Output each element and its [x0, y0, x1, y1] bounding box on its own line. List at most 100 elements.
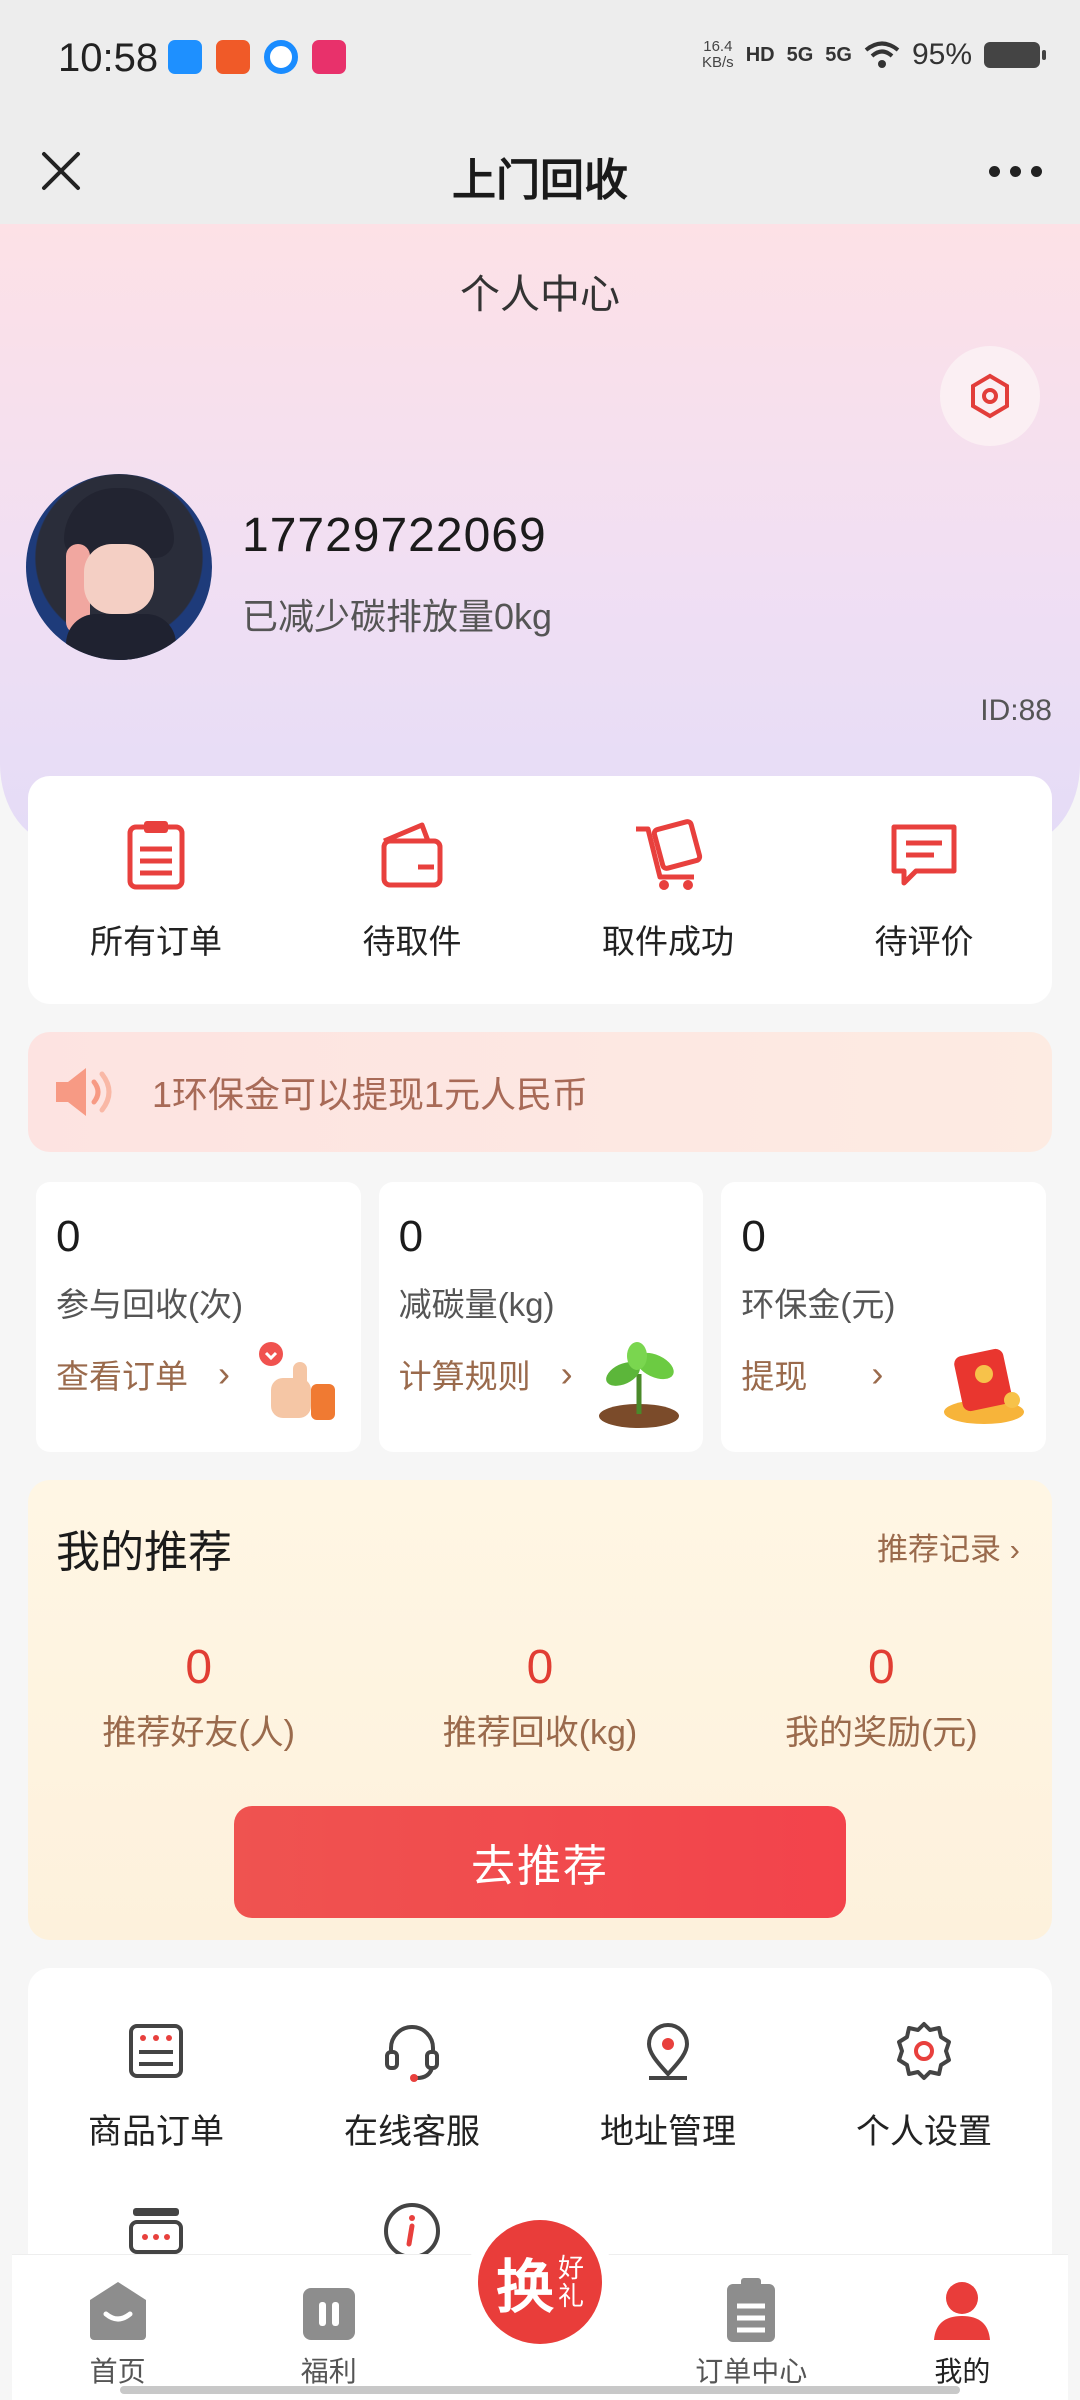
stat-value: 0 — [398, 1212, 424, 1261]
order-all-label: 所有订单 — [90, 923, 222, 960]
signal-5g-1: 5G — [786, 43, 814, 66]
tool-settings[interactable]: 个人设置 — [796, 2018, 1052, 2153]
net-speed-unit: KB/s — [702, 54, 734, 71]
stat-eco-money: 0 环保金(元) 提现 › — [721, 1182, 1047, 1452]
exchange-gift-small-bottom: 礼 — [558, 2281, 585, 2311]
tab-mine-label: 我的 — [934, 2356, 991, 2387]
nav-bar: 上门回收 — [0, 118, 1080, 224]
order-center-icon — [727, 2278, 776, 2342]
stat-value: 0 — [741, 1212, 766, 1261]
avatar-body — [66, 614, 176, 660]
gift-icon — [302, 2288, 355, 2340]
tab-home-label: 首页 — [89, 2356, 146, 2387]
tool-label: 在线客服 — [344, 2113, 480, 2151]
view-orders-label: 查看订单 — [56, 1358, 188, 1395]
recommend-title: 我的推荐 — [56, 1528, 232, 1577]
recommend-recycle: 0 推荐回收(kg) — [369, 1640, 710, 1754]
fruit-app-icon — [216, 40, 250, 74]
tab-welfare-label: 福利 — [300, 2356, 357, 2387]
hd-badge: HD — [745, 43, 775, 66]
status-right: 16.4 KB/s HD 5G 5G 95% — [702, 38, 1046, 72]
home-icon — [89, 2282, 146, 2340]
stat-label: 环保金(元) — [741, 1286, 896, 1323]
tab-welfare[interactable]: 福利 — [223, 2255, 434, 2400]
stat-recycle-count: 0 参与回收(次) 查看订单 › — [36, 1182, 361, 1452]
page-title: 上门回收 — [452, 156, 628, 205]
battery-icon — [984, 42, 1046, 68]
red-envelope-icon — [944, 1348, 1025, 1424]
net-speed: 16.4 KB/s — [702, 39, 734, 71]
chevron-right-icon: › — [871, 1353, 884, 1394]
tool-address[interactable]: 地址管理 — [540, 2018, 796, 2153]
notice-banner[interactable]: 1环保金可以提现1元人民币 — [28, 1032, 1052, 1152]
recommend-card: 我的推荐 推荐记录 › 0 推荐好友(人) 0 推荐回收(kg) 0 我的奖励(… — [28, 1480, 1052, 1940]
avatar[interactable] — [26, 474, 212, 660]
view-orders-link[interactable]: 查看订单 › — [56, 1350, 230, 1398]
recommend-reward-label: 我的奖励(元) — [784, 1714, 978, 1752]
wifi-icon — [864, 41, 900, 68]
recommend-reward: 0 我的奖励(元) — [711, 1640, 1052, 1754]
recommend-friends-label: 推荐好友(人) — [102, 1714, 295, 1752]
speaker-icon — [56, 1068, 112, 1116]
recommend-recycle-label: 推荐回收(kg) — [442, 1714, 638, 1752]
tab-mine[interactable]: 我的 — [857, 2255, 1068, 2400]
wallet-icon — [381, 822, 443, 888]
tab-order-center[interactable]: 订单中心 — [646, 2255, 857, 2400]
status-time: 10:58 — [58, 36, 159, 80]
stat-carbon: 0 减碳量(kg) 计算规则 › — [378, 1182, 704, 1452]
status-bar: 10:58 16.4 KB/s HD 5G 5G 95% — [0, 0, 1080, 118]
go-recommend-button[interactable]: 去推荐 — [234, 1806, 846, 1918]
carbon-reduced-text: 已减少碳排放量0kg — [242, 596, 553, 637]
meitu-app-icon — [312, 40, 346, 74]
withdraw-link[interactable]: 提现 › — [741, 1350, 883, 1398]
recommend-friends-value: 0 — [185, 1641, 213, 1694]
clipboard-list-icon — [127, 821, 185, 890]
status-app-icons — [168, 40, 346, 74]
calc-rules-label: 计算规则 — [398, 1358, 531, 1395]
chevron-right-icon: › — [218, 1353, 230, 1394]
settings-button[interactable] — [940, 346, 1040, 446]
recommend-reward-value: 0 — [867, 1641, 895, 1694]
stat-label: 参与回收(次) — [56, 1286, 243, 1323]
notice-text: 1环保金可以提现1元人民币 — [152, 1074, 589, 1115]
battery-percent: 95% — [911, 38, 972, 71]
hexagon-settings-icon — [971, 373, 1009, 419]
tab-order-center-label: 订单中心 — [695, 2356, 808, 2387]
location-pin-icon — [646, 2023, 690, 2080]
calc-rules-link[interactable]: 计算规则 › — [399, 1350, 573, 1398]
more-menu-icon[interactable] — [980, 140, 1050, 202]
order-review-label: 待评价 — [874, 923, 974, 960]
stats-row: 0 参与回收(次) 查看订单 › 0 减碳量(kg) 计算规则 › 0 环保金(元)… — [36, 1182, 1047, 1452]
tool-customer-service[interactable]: 在线客服 — [284, 2018, 540, 2153]
exchange-gift-small: 好礼 — [558, 2254, 584, 2310]
browser-app-icon — [264, 40, 298, 74]
order-status-card: 所有订单 待取件 取件成功 待评价 — [28, 776, 1052, 1004]
tab-home[interactable]: 首页 — [12, 2255, 223, 2400]
order-all[interactable]: 所有订单 — [51, 817, 261, 963]
exchange-gift-button[interactable]: 换 好礼 — [478, 2220, 602, 2344]
order-pending-label: 待取件 — [362, 923, 462, 960]
order-list-icon — [129, 2024, 183, 2078]
tool-label: 个人设置 — [856, 2113, 992, 2151]
order-pending-pickup[interactable]: 待取件 — [307, 817, 517, 963]
profile-header: 个人中心 17729722069 已减少碳排放量0kg ID:88 — [0, 224, 1080, 844]
user-id: ID:88 — [980, 694, 1052, 727]
recommend-recycle-value: 0 — [526, 1641, 554, 1694]
tool-label: 商品订单 — [88, 2113, 224, 2151]
recommend-record-label: 推荐记录 — [877, 1532, 1002, 1567]
tool-label: 地址管理 — [600, 2113, 736, 2151]
user-icon — [934, 2282, 991, 2340]
headset-icon — [385, 2025, 439, 2082]
net-speed-value: 16.4 — [703, 38, 733, 55]
avatar-face — [84, 544, 154, 614]
order-picked-up[interactable]: 取件成功 — [563, 817, 773, 963]
tools-row: 商品订单 在线客服 地址管理 个人设置 — [28, 2018, 1052, 2153]
exchange-gift-big: 换 — [495, 2255, 554, 2320]
tool-product-orders[interactable]: 商品订单 — [28, 2018, 284, 2153]
stat-value: 0 — [56, 1212, 81, 1261]
signal-5g-2: 5G — [825, 43, 852, 66]
withdraw-label: 提现 — [741, 1358, 808, 1395]
recommend-record-link[interactable]: 推荐记录 › — [877, 1524, 1020, 1569]
order-pending-review[interactable]: 待评价 — [819, 817, 1029, 963]
home-indicator — [120, 2386, 960, 2394]
